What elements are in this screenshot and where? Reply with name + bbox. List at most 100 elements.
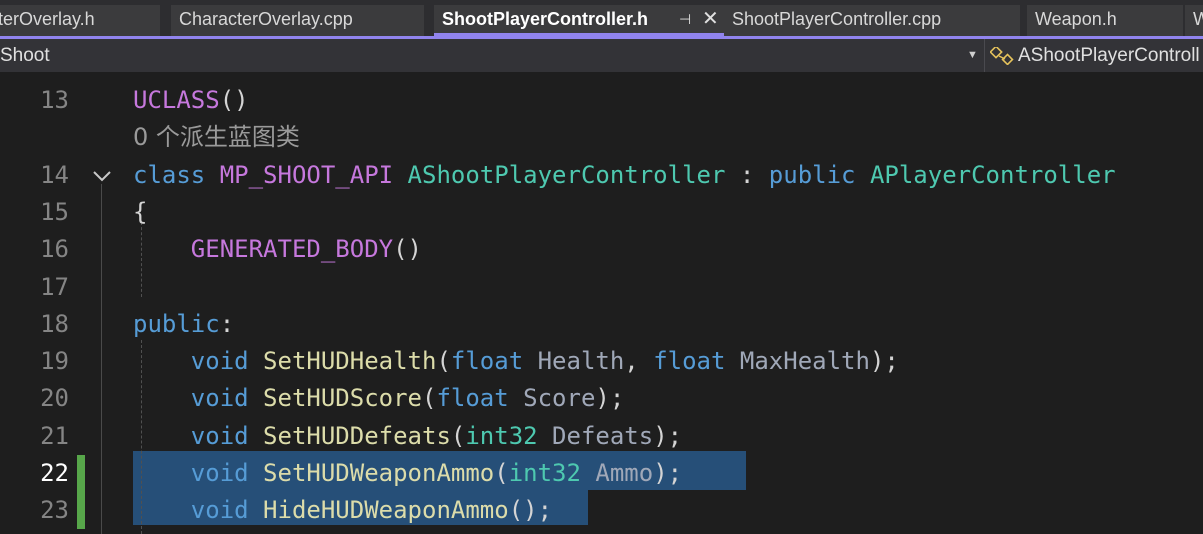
code-token: ); bbox=[653, 459, 683, 487]
code-token: SetHUDDefeats bbox=[263, 421, 451, 450]
line-number: 20 bbox=[40, 384, 69, 413]
prev-line-fragment: └ ┘ bbox=[133, 72, 166, 77]
code-token: ); bbox=[653, 421, 683, 450]
code-token: void bbox=[190, 347, 264, 376]
code-token: ); bbox=[869, 347, 899, 376]
line-number: 21 bbox=[40, 421, 69, 450]
code-token: ); bbox=[595, 384, 625, 413]
code-token: float bbox=[450, 347, 538, 376]
code-token: void bbox=[190, 421, 264, 450]
code-token: float bbox=[653, 347, 740, 376]
change-marker bbox=[77, 492, 85, 530]
code-line-17[interactable]: 17 bbox=[0, 269, 1203, 306]
code-token: void bbox=[190, 459, 264, 487]
code-line-19[interactable]: 19 void SetHUDHealth(float Health, float… bbox=[0, 343, 1203, 380]
tab-overflow[interactable]: W bbox=[1185, 5, 1203, 36]
code-token: : bbox=[219, 309, 235, 338]
code-line-20[interactable]: 20 void SetHUDScore(float Score); bbox=[0, 380, 1203, 417]
code-token: ( bbox=[450, 421, 466, 450]
code-line-15[interactable]: 15 { bbox=[0, 194, 1203, 231]
code-token: public bbox=[768, 160, 870, 189]
code-token: UCLASS bbox=[133, 86, 220, 114]
line-number: 16 bbox=[40, 235, 69, 264]
code-text: void SetHUDScore(float Score); bbox=[133, 380, 625, 417]
code-editor[interactable]: └ ┘ 13UCLASS()0 个派生蓝图类14class MP_SHOOT_A… bbox=[0, 72, 1203, 534]
navigation-bar: Shoot ▼ AShootPlayerControll bbox=[0, 39, 1203, 72]
code-token: GENERATED_BODY bbox=[190, 235, 394, 264]
code-token: , bbox=[624, 347, 654, 376]
scope-name: AShootPlayerControll bbox=[1018, 45, 1200, 66]
code-text: GENERATED_BODY() bbox=[133, 231, 422, 268]
code-line-23[interactable]: 23 void HideHUDWeaponAmmo(); bbox=[0, 492, 1203, 530]
code-token: void bbox=[190, 384, 264, 413]
code-token: SetHUDHealth bbox=[263, 347, 437, 376]
line-number: 23 bbox=[40, 496, 69, 525]
code-text: class MP_SHOOT_API AShootPlayerControlle… bbox=[133, 157, 1116, 194]
fold-chevron-icon[interactable] bbox=[90, 167, 114, 185]
line-number: 18 bbox=[40, 309, 69, 338]
line-number: 14 bbox=[40, 160, 69, 189]
code-token: ( bbox=[436, 347, 451, 376]
change-marker bbox=[77, 455, 85, 492]
code-text: UCLASS() bbox=[133, 82, 249, 119]
code-token: public bbox=[133, 309, 220, 338]
code-token: Defeats bbox=[552, 421, 654, 450]
project-name: Shoot bbox=[0, 45, 50, 66]
dropdown-arrow-icon[interactable]: ▼ bbox=[967, 39, 978, 72]
line-number: 19 bbox=[40, 347, 69, 376]
code-line-14[interactable]: 14 class MP_SHOOT_API AShootPlayerControl… bbox=[0, 157, 1203, 194]
code-token: int32 bbox=[508, 459, 596, 487]
code-token: () bbox=[393, 235, 422, 264]
code-text: void HideHUDWeaponAmmo(); bbox=[133, 492, 552, 529]
codelens-hint-line[interactable]: 0 个派生蓝图类 bbox=[0, 119, 1203, 156]
project-dropdown[interactable]: Shoot ▼ bbox=[0, 39, 985, 72]
scope-dropdown[interactable]: AShootPlayerControll bbox=[990, 39, 1203, 72]
line-number: 22 bbox=[40, 459, 69, 487]
code-token: MP_SHOOT_API bbox=[219, 160, 408, 189]
pin-icon[interactable]: ⊣ bbox=[679, 5, 691, 33]
code-token: SetHUDWeaponAmmo bbox=[263, 459, 495, 487]
code-token: SetHUDScore bbox=[263, 384, 422, 413]
document-tab-bar: terOverlay.h CharacterOverlay.cpp ShootP… bbox=[0, 0, 1203, 36]
code-token: Score bbox=[523, 384, 596, 413]
code-token: (); bbox=[508, 496, 553, 525]
code-token: Health bbox=[537, 347, 625, 376]
code-text: public: bbox=[133, 306, 234, 343]
code-token: APlayerController bbox=[869, 160, 1116, 189]
code-token: void bbox=[190, 496, 264, 525]
code-token: () bbox=[219, 86, 249, 114]
code-line-21[interactable]: 21 void SetHUDDefeats(int32 Defeats); bbox=[0, 418, 1203, 455]
code-token: AShootPlayerController bbox=[407, 160, 726, 189]
tab-shootplayercontroller-h[interactable]: ShootPlayerController.h ⊣ ✕ bbox=[434, 5, 724, 36]
line-number: 13 bbox=[40, 86, 69, 114]
class-icon bbox=[990, 47, 1014, 65]
line-number: 17 bbox=[40, 272, 69, 301]
code-text: void SetHUDDefeats(int32 Defeats); bbox=[133, 418, 682, 455]
tab-teroverlay-h[interactable]: terOverlay.h bbox=[0, 5, 160, 36]
code-line-18[interactable]: 18 public: bbox=[0, 306, 1203, 343]
tab-shootplayercontroller-cpp[interactable]: ShootPlayerController.cpp bbox=[724, 5, 1020, 36]
codelens-hint[interactable]: 0 个派生蓝图类 bbox=[133, 119, 300, 156]
code-text: void SetHUDWeaponAmmo(int32 Ammo); bbox=[133, 455, 682, 492]
code-text: void SetHUDHealth(float Health, float Ma… bbox=[133, 343, 899, 380]
code-token: MaxHealth bbox=[739, 347, 870, 376]
code-token: ( bbox=[422, 384, 437, 413]
code-line-13[interactable]: 13 UCLASS() bbox=[0, 82, 1203, 119]
code-token: : bbox=[725, 160, 769, 189]
code-line-16[interactable]: 16 GENERATED_BODY() bbox=[0, 231, 1203, 268]
code-token: int32 bbox=[465, 421, 553, 450]
code-text: { bbox=[133, 194, 147, 231]
tab-characteroverlay-cpp[interactable]: CharacterOverlay.cpp bbox=[171, 5, 424, 36]
close-icon[interactable]: ✕ bbox=[702, 5, 719, 33]
line-number: 15 bbox=[40, 197, 69, 226]
code-token: ( bbox=[494, 459, 509, 487]
code-token: class bbox=[133, 160, 220, 189]
tab-weapon-h[interactable]: Weapon.h bbox=[1027, 5, 1183, 36]
code-line-22[interactable]: 22 void SetHUDWeaponAmmo(int32 Ammo); bbox=[0, 455, 1203, 492]
code-token: { bbox=[133, 197, 148, 226]
